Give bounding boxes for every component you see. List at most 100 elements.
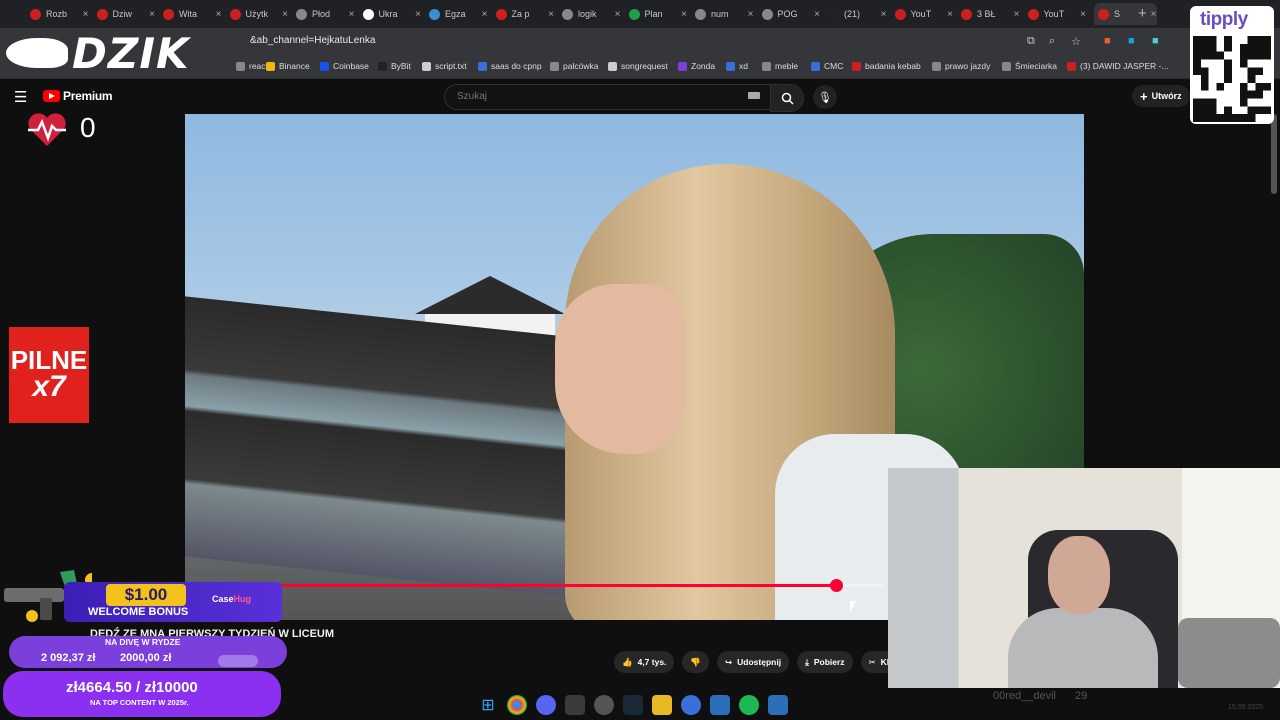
browser-tab[interactable]: Za p × [495, 3, 554, 25]
qr-module [1263, 36, 1271, 44]
app-tools-icon[interactable] [710, 695, 730, 715]
taskbar: ⊞ [478, 692, 788, 718]
tab-close-icon[interactable]: × [548, 9, 554, 20]
browser-tab[interactable]: Płod × [296, 3, 355, 25]
search-box[interactable] [444, 84, 772, 110]
qr-module [1255, 82, 1264, 91]
browser-tab[interactable]: 3 BŁ × [961, 3, 1020, 25]
keyboard-icon[interactable] [748, 92, 760, 99]
tab-close-icon[interactable]: × [814, 9, 820, 20]
search-input[interactable] [455, 90, 739, 103]
tab-favicon-icon [828, 8, 839, 20]
extension-icon[interactable]: ■ [1104, 35, 1111, 47]
windows-start-icon[interactable]: ⊞ [478, 695, 498, 715]
qr-module [1263, 51, 1271, 60]
bookmark-item[interactable]: Coinbase [320, 61, 369, 71]
tab-close-icon[interactable]: × [1080, 9, 1086, 20]
bookmark-item[interactable]: palcówka [550, 61, 598, 71]
tab-close-icon[interactable]: × [1151, 9, 1157, 20]
tab-close-icon[interactable]: × [282, 9, 288, 20]
youtube-logo[interactable]: Premium [43, 89, 113, 103]
tab-close-icon[interactable]: × [881, 9, 887, 20]
obs-icon[interactable] [594, 695, 614, 715]
bookmark-item[interactable]: saas do cpnp [478, 61, 542, 71]
bookmark-item[interactable]: meble [762, 61, 798, 71]
browser-tab[interactable]: (21) × [828, 3, 887, 25]
youtube-play-icon [43, 90, 60, 102]
bookmark-item[interactable]: CMC [811, 61, 843, 71]
tab-close-icon[interactable]: × [149, 9, 155, 20]
mouse-cursor [850, 601, 856, 613]
bookmark-item[interactable]: script.txt [422, 61, 467, 71]
tab-close-icon[interactable]: × [1014, 9, 1020, 20]
bookmark-item[interactable]: xd [726, 61, 748, 71]
download-button[interactable]: ⤓ Pobierz [797, 651, 853, 673]
browser-tab[interactable]: logik × [562, 3, 621, 25]
discord-icon[interactable] [536, 695, 556, 715]
url-text[interactable]: &ab_channel=HejkatuLenka [250, 35, 375, 46]
search-icon [781, 92, 794, 105]
share-button[interactable]: ↪ Udostępnij [717, 651, 790, 673]
bookmark-star-icon[interactable]: ☆ [1071, 35, 1081, 48]
bookmark-item[interactable]: Śmieciarka [1002, 61, 1057, 71]
page-scrollbar[interactable] [1271, 114, 1277, 194]
tab-close-icon[interactable]: × [415, 9, 421, 20]
progress-handle[interactable] [830, 579, 843, 592]
tab-close-icon[interactable]: × [615, 9, 621, 20]
tab-close-icon[interactable]: × [83, 9, 89, 20]
tab-favicon-icon [1098, 8, 1109, 20]
tab-close-icon[interactable]: × [947, 9, 953, 20]
tab-close-icon[interactable]: × [216, 9, 222, 20]
browser-tab[interactable]: Egza × [429, 3, 488, 25]
steam-icon[interactable] [623, 695, 643, 715]
cast-icon[interactable]: ⧉ [1027, 35, 1035, 48]
tab-close-icon[interactable]: × [681, 9, 687, 20]
spotify-icon[interactable] [739, 695, 759, 715]
qr-module [1255, 106, 1264, 115]
browser-tab[interactable]: Ukra × [362, 3, 421, 25]
progress-bar[interactable] [185, 579, 885, 592]
new-tab-button[interactable]: + [1138, 5, 1147, 22]
qr-module [1208, 106, 1217, 115]
app-c-icon[interactable] [681, 695, 701, 715]
bookmark-item[interactable]: badania kebab [852, 61, 921, 71]
browser-tab[interactable]: YouT × [1027, 3, 1086, 25]
extension-icon[interactable]: ■ [1128, 35, 1135, 47]
qr-module [1255, 51, 1264, 60]
browser-tab[interactable]: POG × [761, 3, 820, 25]
zoom-icon[interactable]: ⌕ [1049, 35, 1055, 48]
qr-module [1247, 106, 1256, 115]
tab-label: Ukra [378, 9, 398, 19]
browser-tab[interactable]: Plan × [628, 3, 687, 25]
bookmark-label: (3) DAWID JASPER -... [1080, 61, 1169, 71]
tab-close-icon[interactable]: × [349, 9, 355, 20]
browser-tab[interactable]: num × [695, 3, 754, 25]
qr-module [1239, 114, 1248, 122]
browser-tab[interactable]: YouT × [894, 3, 953, 25]
search-button[interactable] [770, 84, 804, 112]
bookmark-item[interactable]: Zonda [678, 61, 715, 71]
tab-label: Rozb [46, 9, 68, 19]
browser-tab[interactable]: S × [1094, 3, 1157, 25]
chrome-icon[interactable] [507, 695, 527, 715]
bookmark-favicon-icon [1002, 61, 1011, 71]
microphone-button[interactable]: 🎙 [813, 85, 837, 109]
bookmark-item[interactable]: ByBit [378, 61, 411, 71]
boar-icon [6, 38, 68, 68]
create-button[interactable]: + Utwórz [1132, 85, 1190, 107]
tab-close-icon[interactable]: × [748, 9, 754, 20]
like-button[interactable]: 👍 4,7 tys. [614, 651, 675, 673]
tab-close-icon[interactable]: × [482, 9, 488, 20]
notepad-icon[interactable] [768, 695, 788, 715]
bookmark-item[interactable]: prawo jazdy [932, 61, 990, 71]
folder-icon[interactable] [652, 695, 672, 715]
bookmark-label: Coinbase [333, 61, 369, 71]
dislike-button[interactable]: 👎 [682, 651, 710, 673]
menu-icon[interactable]: ☰ [14, 88, 27, 106]
extension-icon[interactable]: ■ [1152, 35, 1159, 47]
bookmark-item[interactable]: Binance [266, 61, 310, 71]
qr-module [1239, 59, 1248, 68]
bookmark-item[interactable]: (3) DAWID JASPER -... [1067, 61, 1168, 71]
bookmark-item[interactable]: songrequest [608, 61, 668, 71]
app-icon[interactable] [565, 695, 585, 715]
